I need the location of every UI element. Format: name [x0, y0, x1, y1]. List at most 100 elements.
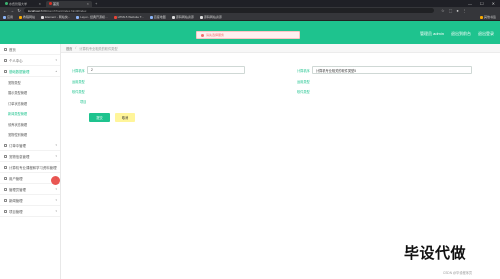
- toast-message: 请先选择服务: [206, 33, 225, 37]
- tab-favicon-icon: [5, 2, 8, 5]
- new-tab-icon[interactable]: +: [95, 1, 97, 6]
- tab-close-icon[interactable]: ✕: [38, 2, 41, 6]
- logout-link[interactable]: 退出登录: [478, 31, 494, 37]
- minimize-icon[interactable]: —: [468, 1, 472, 6]
- cancel-button[interactable]: 取消: [115, 113, 135, 122]
- sidebar-item-news[interactable]: 新闻管理 ▾: [0, 195, 60, 206]
- go-front-link[interactable]: 退出到前台: [451, 31, 471, 37]
- bookmark[interactable]: 源码网站资源: [171, 15, 194, 19]
- sidebar-subitem[interactable]: 宠物性别管理: [0, 129, 60, 140]
- sidebar-subitem-label: 宠物性别管理: [8, 133, 28, 138]
- chevron-down-icon: ▾: [55, 58, 57, 62]
- mouse-cursor-highlight: [51, 176, 60, 185]
- field1-input[interactable]: [87, 66, 245, 74]
- csdn-watermark: CSDN @毕设程序员: [443, 271, 473, 275]
- folder-icon: [19, 15, 23, 19]
- field1-label: 计算机序: [72, 69, 85, 73]
- maximize-icon[interactable]: ☐: [480, 1, 484, 6]
- reload-icon[interactable]: ↻: [17, 8, 21, 13]
- bookmark-label: 教程网站: [23, 15, 36, 19]
- sidebar-item-admins[interactable]: 管理员管理 ▾: [0, 184, 60, 195]
- chevron-down-icon: ▾: [55, 143, 57, 147]
- menu-icon[interactable]: ⋮: [463, 8, 467, 13]
- bookmark[interactable]: 教程网站: [19, 15, 35, 19]
- address-bar: ← → ↻ localhost :8080/ssm7/front/index.h…: [0, 7, 500, 14]
- browser-tab-bar: 水费管理大学 ✕ 首页 ✕ + — ☐ ✕: [0, 0, 500, 7]
- bookmark-label: Element - 网站快...: [45, 15, 71, 19]
- sidebar-item-label: 宠物信息管理: [9, 154, 30, 159]
- breadcrumb-separator: /: [75, 46, 77, 50]
- sidebar-item-label: 新闻管理: [9, 198, 23, 203]
- bookmark[interactable]: Element - 网站快...: [41, 15, 70, 19]
- sidebar-item-projects[interactable]: 项目管理 ▾: [0, 206, 60, 217]
- sidebar-item-label: 基础数据管理: [9, 69, 30, 74]
- sidebar-item-label: 个人中心: [9, 58, 23, 63]
- tab-title: 水费管理大学: [9, 1, 28, 6]
- bookmark[interactable]: 源码网站资源: [199, 15, 222, 19]
- url-input[interactable]: localhost :8080/ssm7/front/index.html#/i…: [24, 8, 434, 13]
- book-icon: [4, 165, 7, 169]
- tab-close-icon[interactable]: ✕: [86, 2, 89, 6]
- sidebar-item-base-data[interactable]: 基础数据管理 ▴: [0, 66, 60, 77]
- sidebar-subitem[interactable]: 宠物类型: [0, 77, 60, 88]
- sidebar-subitem-label: 展示类型管理: [8, 91, 28, 96]
- window-controls: — ☐ ✕: [468, 1, 500, 6]
- extensions-icon[interactable]: ⬚: [449, 8, 453, 13]
- bookmark-label: Layui - 经典开源模...: [80, 15, 108, 19]
- browser-tab[interactable]: 水费管理大学 ✕: [2, 1, 44, 7]
- chevron-down-icon: ▾: [55, 209, 57, 213]
- sidebar-item-home[interactable]: 首页: [0, 44, 60, 55]
- sidebar-item-courses[interactable]: 计算机专业课程和学习资料管理 ▾: [0, 162, 60, 173]
- header-links: 管理员 admin 退出到前台 退出登录: [420, 31, 494, 37]
- sidebar-item-orders[interactable]: 订单中管理 ▾: [0, 140, 60, 151]
- sidebar-subitem[interactable]: 订单状态管理: [0, 98, 60, 109]
- chevron-down-icon: ▾: [55, 198, 57, 202]
- field6-label: 软件类型: [297, 90, 310, 94]
- map-icon: [149, 15, 153, 19]
- chevron-down-icon: ▾: [55, 165, 57, 169]
- sidebar-subitem-label: 新闻类型管理: [8, 112, 28, 117]
- browser-tab-active[interactable]: 首页 ✕: [46, 0, 92, 7]
- project-icon: [4, 209, 7, 213]
- field4-label: 运用类型: [297, 80, 310, 84]
- sidebar-subitem[interactable]: 展示类型管理: [0, 87, 60, 98]
- tab-favicon-icon: [49, 2, 52, 5]
- sidebar-subitem-label: 领养状态管理: [8, 122, 28, 127]
- sidebar-subitem-active[interactable]: 新闻类型管理: [0, 108, 60, 119]
- bookmark[interactable]: 百度地图: [149, 15, 166, 19]
- bookmark[interactable]: HTML5 Website T...: [113, 15, 144, 19]
- submit-button[interactable]: 提交: [89, 113, 110, 122]
- data-icon: [4, 69, 7, 73]
- bookmark-label: 源码网站资源: [175, 15, 194, 19]
- sidebar-item-label: 计算机专业课程和学习资料管理: [9, 165, 57, 170]
- chevron-up-icon: ▴: [55, 69, 57, 73]
- forward-icon[interactable]: →: [10, 8, 14, 13]
- back-icon[interactable]: ←: [3, 8, 7, 13]
- layui-icon: [76, 15, 80, 19]
- bookmarks-bar: 应用 教程网站 Element - 网站快... Layui - 经典开源模..…: [0, 14, 500, 21]
- bookmark[interactable]: Layui - 经典开源模...: [76, 15, 108, 19]
- bookmark-label: HTML5 Website T...: [117, 15, 144, 19]
- sidebar-subitem[interactable]: 领养状态管理: [0, 119, 60, 130]
- window-close-icon[interactable]: ✕: [492, 1, 495, 6]
- profile-icon[interactable]: ●: [456, 8, 458, 13]
- field2-input[interactable]: [312, 66, 472, 74]
- bookmark-label: 百度地图: [153, 15, 166, 19]
- star-icon[interactable]: ☆: [441, 8, 445, 13]
- admin-icon: [4, 187, 7, 191]
- admin-user-label: 管理员 admin: [419, 31, 444, 36]
- field3-label: 运用类型: [72, 80, 85, 84]
- other-bookmarks[interactable]: 其他书签: [479, 15, 500, 19]
- sidebar-item-pets[interactable]: 宠物信息管理 ▾: [0, 151, 60, 162]
- error-toast: 请先选择服务: [196, 31, 300, 39]
- bookmark-site-icon: [199, 15, 203, 19]
- field2-label: 计算机序: [297, 69, 310, 73]
- bookmark[interactable]: 应用: [3, 15, 13, 19]
- field5-label: 软件类型: [72, 90, 85, 94]
- bookmark-site-icon: [171, 15, 175, 19]
- breadcrumb-home[interactable]: 首页: [66, 46, 72, 51]
- tab-title: 首页: [53, 1, 60, 6]
- sidebar-subitem-label: 宠物类型: [8, 80, 21, 85]
- sidebar-item-personal-center[interactable]: 个人中心 ▾: [0, 55, 60, 66]
- field7-label: 项目: [80, 100, 87, 104]
